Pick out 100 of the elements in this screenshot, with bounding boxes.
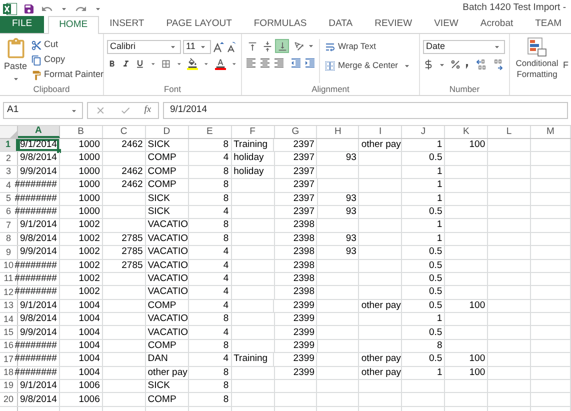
shrink-font-icon[interactable] <box>227 41 237 53</box>
ribbon-tab[interactable]: PAGE LAYOUT <box>155 16 243 33</box>
table-cell: 2462 <box>102 179 146 192</box>
scissors-icon <box>31 40 42 50</box>
column-header[interactable]: D <box>146 126 189 138</box>
underline-icon[interactable] <box>134 58 145 70</box>
font-size-dropdown[interactable]: 11 <box>183 40 211 54</box>
table-cell: 1004 <box>60 300 103 312</box>
table-cell: other pay <box>359 300 402 312</box>
cut-button[interactable]: Cut <box>31 38 104 52</box>
align-left-icon[interactable] <box>245 57 257 69</box>
fill-color-icon[interactable] <box>187 58 198 70</box>
table-cell: 0.5 <box>402 272 446 286</box>
ribbon-tab[interactable]: HOME <box>48 16 99 34</box>
paintbrush-icon <box>31 70 42 80</box>
row-header[interactable]: 3 <box>0 166 18 178</box>
table-cell: 0.5 <box>402 286 446 299</box>
copy-button[interactable]: Copy <box>31 53 104 67</box>
ribbon-tab[interactable]: INSERT <box>98 16 156 33</box>
ribbon-tab[interactable]: FORMULAS <box>242 16 318 33</box>
table-cell: 9/9/2014 <box>18 326 60 339</box>
table-cell: 8 <box>188 179 232 192</box>
dollar-icon[interactable] <box>423 59 434 70</box>
column-header[interactable]: A <box>18 126 60 138</box>
format-as-table-label[interactable]: F <box>563 59 568 72</box>
column-header[interactable]: I <box>359 126 402 138</box>
table-cell: 2399 <box>274 326 318 339</box>
align-right-icon[interactable] <box>273 57 285 69</box>
increase-indent-icon[interactable] <box>304 57 316 69</box>
ribbon-tab[interactable]: Acrobat <box>469 16 524 33</box>
table-cell: 8 <box>188 340 232 352</box>
table-cell: 1006 <box>60 380 103 392</box>
ribbon-tab[interactable]: DATA <box>318 16 364 33</box>
row-header[interactable]: 1 <box>0 139 18 152</box>
column-header[interactable]: K <box>445 126 488 138</box>
row-header[interactable]: 19 <box>0 380 18 392</box>
ribbon-tab[interactable]: REVIEW <box>364 16 424 33</box>
table-cell: VACATIO <box>146 219 189 232</box>
font-family-dropdown[interactable]: Calibri <box>107 40 181 54</box>
column-header[interactable]: B <box>60 126 103 138</box>
align-center-icon[interactable] <box>259 57 271 69</box>
spreadsheet-logo-icon[interactable] <box>3 2 17 14</box>
row-header[interactable]: 14 <box>0 313 18 326</box>
row-header[interactable]: 2 <box>0 152 18 165</box>
name-box[interactable]: A1 <box>3 102 83 119</box>
table-cell: 1002 <box>60 219 103 232</box>
file-tab[interactable]: FILE <box>0 16 44 33</box>
table-cell: 2462 <box>102 166 146 178</box>
vertical-align-button[interactable] <box>275 39 289 53</box>
column-header[interactable]: M <box>531 126 571 138</box>
column-header[interactable]: F <box>232 126 274 138</box>
table-cell: other pay <box>359 353 402 366</box>
table-cell: 1 <box>402 192 446 205</box>
conditional-formatting-button[interactable]: Conditional Formatting <box>513 37 561 80</box>
column-header[interactable]: J <box>402 126 446 138</box>
row-header[interactable]: 20 <box>0 393 18 406</box>
table-cell: 9/1/2014 <box>18 139 60 152</box>
table-cell: 9/8/2014 <box>18 393 60 406</box>
table-cell: 1000 <box>60 179 103 192</box>
table-cell: 9/1/2014 <box>18 219 60 232</box>
table-cell: 2462 <box>102 139 146 152</box>
table-cell: 0.5 <box>402 260 446 272</box>
font-color-icon[interactable] <box>214 58 226 70</box>
fill-handle[interactable] <box>56 149 61 154</box>
grow-font-icon[interactable] <box>213 41 225 53</box>
decrease-decimal-icon[interactable] <box>492 59 505 70</box>
table-cell: 9/9/2014 <box>18 246 60 259</box>
column-header[interactable]: E <box>188 126 232 138</box>
number-format-dropdown[interactable]: Date <box>423 40 505 54</box>
ribbon-tab[interactable]: VIEW <box>423 16 470 33</box>
table-cell: 1004 <box>60 366 103 380</box>
column-header[interactable]: C <box>102 126 146 138</box>
angled-text-icon[interactable] <box>293 40 305 52</box>
table-cell: 1004 <box>60 340 103 352</box>
table-cell: 8 <box>188 366 232 380</box>
merge-center-button[interactable]: Merge & Center <box>324 58 412 73</box>
table-cell: holiday <box>232 166 275 178</box>
formula-input[interactable]: 9/1/2014 <box>163 102 568 119</box>
decrease-indent-icon[interactable] <box>290 57 302 69</box>
row-header[interactable]: 13 <box>0 300 18 312</box>
borders-icon[interactable] <box>161 58 172 70</box>
ribbon-tab[interactable]: TEAM <box>524 16 571 33</box>
percent-icon[interactable] <box>450 59 461 70</box>
wrap-text-button[interactable]: Wrap Text <box>324 39 412 54</box>
column-header[interactable]: H <box>317 126 360 138</box>
column-header[interactable]: L <box>488 126 532 138</box>
table-cell: 2399 <box>274 300 318 312</box>
paste-button[interactable]: Paste <box>4 38 28 84</box>
table-cell: 1004 <box>60 313 103 326</box>
row-header[interactable]: 8 <box>0 232 18 246</box>
save-icon[interactable] <box>23 2 35 14</box>
table-cell: 8 <box>188 192 232 205</box>
column-header[interactable]: G <box>274 126 318 138</box>
format-painter-button[interactable]: Format Painter <box>31 68 104 82</box>
table-cell: 93 <box>317 232 360 246</box>
row-header[interactable]: 9 <box>0 246 18 259</box>
row-header[interactable]: 15 <box>0 326 18 339</box>
row-header[interactable]: 7 <box>0 219 18 232</box>
table-cell: 2397 <box>274 152 318 165</box>
insert-function-label[interactable]: fx <box>144 103 152 118</box>
